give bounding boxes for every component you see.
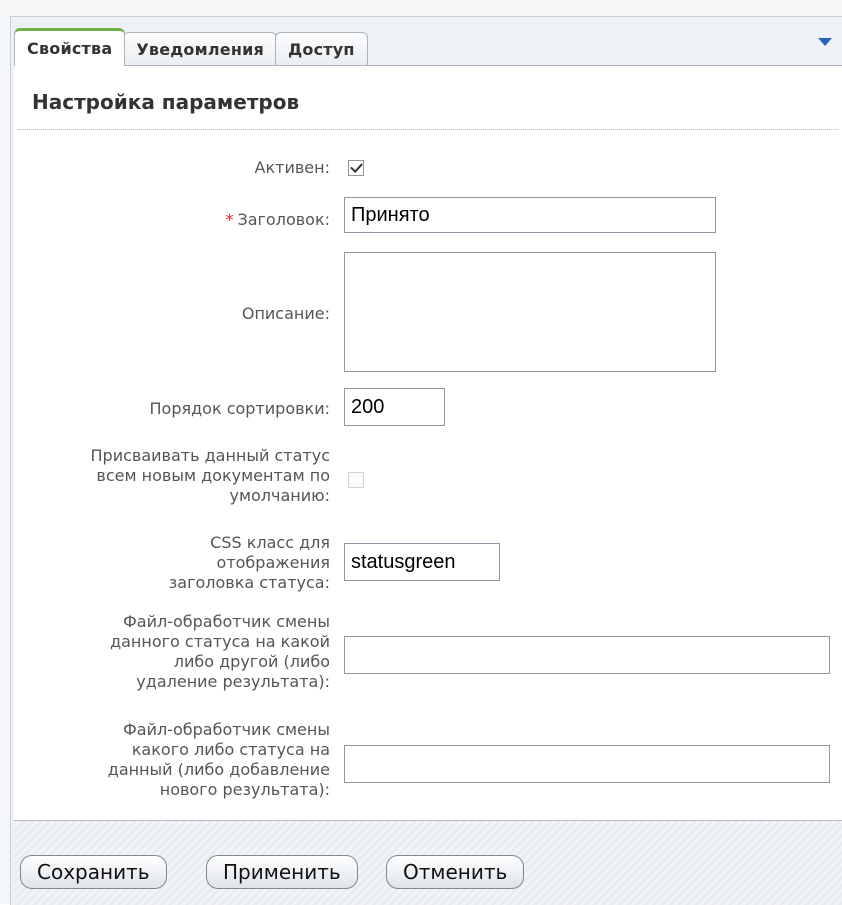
default-status-label-line: всем новым документам по	[96, 466, 330, 485]
tab-properties[interactable]: Свойства	[14, 28, 126, 66]
default-status-checkbox[interactable]	[348, 472, 364, 488]
handler-in-label: Файл-обработчик смены какого либо статус…	[108, 720, 330, 800]
default-status-label: Присваивать данный статус всем новым док…	[91, 446, 331, 506]
handler-out-label: Файл-обработчик смены данного статуса на…	[110, 612, 330, 692]
required-mark: *	[225, 210, 234, 229]
handler-out-input[interactable]	[344, 636, 830, 674]
description-label: Описание:	[241, 304, 330, 323]
css-class-label-line: заголовка статуса:	[168, 573, 330, 592]
handler-out-label-line: данного статуса на какой	[110, 632, 330, 651]
cancel-button[interactable]: Отменить	[386, 855, 525, 889]
css-class-input[interactable]: statusgreen	[344, 543, 500, 581]
tab-notifications[interactable]: Уведомления	[123, 32, 277, 66]
sort-input[interactable]: 200	[344, 388, 445, 426]
apply-button[interactable]: Применить	[206, 855, 358, 889]
description-textarea[interactable]	[344, 252, 716, 372]
title-label-text: Заголовок:	[237, 210, 330, 229]
active-checkbox[interactable]	[348, 160, 364, 176]
handler-in-label-line: какого либо статуса на	[131, 740, 330, 759]
handler-out-label-line: Файл-обработчик смены	[123, 612, 330, 631]
tab-access[interactable]: Доступ	[274, 32, 368, 66]
save-button[interactable]: Сохранить	[20, 855, 167, 889]
active-label: Активен:	[254, 158, 330, 177]
section-title: Настройка параметров	[32, 90, 300, 114]
default-status-label-line: Присваивать данный статус	[90, 446, 331, 465]
title-label: * Заголовок:	[225, 210, 330, 230]
css-class-label: CSS класс для отображения заголовка стат…	[169, 533, 330, 593]
default-status-label-line: умолчанию:	[229, 486, 330, 505]
handler-out-label-line: либо другой (либо	[173, 652, 330, 671]
handler-in-label-line: нового результата):	[159, 780, 330, 799]
triangle-down-icon[interactable]	[818, 38, 832, 46]
handler-in-input[interactable]	[344, 745, 830, 783]
button-bar: Сохранить Применить Отменить	[14, 820, 842, 905]
divider	[18, 129, 838, 130]
handler-out-label-line: удаление результата):	[136, 672, 330, 691]
window: Свойства Уведомления Доступ Настройка па…	[0, 0, 842, 905]
sort-label: Порядок сортировки:	[149, 399, 331, 418]
tab-bar: Свойства Уведомления Доступ	[14, 24, 368, 66]
css-class-label-line: отображения	[216, 553, 330, 572]
css-class-label-line: CSS класс для	[210, 533, 330, 552]
handler-in-label-line: Файл-обработчик смены	[123, 720, 330, 739]
title-input[interactable]: Принято	[344, 197, 716, 233]
settings-form: Настройка параметров Активен: * Заголовок…	[14, 65, 842, 821]
handler-in-label-line: данный (либо добавление	[107, 760, 330, 779]
